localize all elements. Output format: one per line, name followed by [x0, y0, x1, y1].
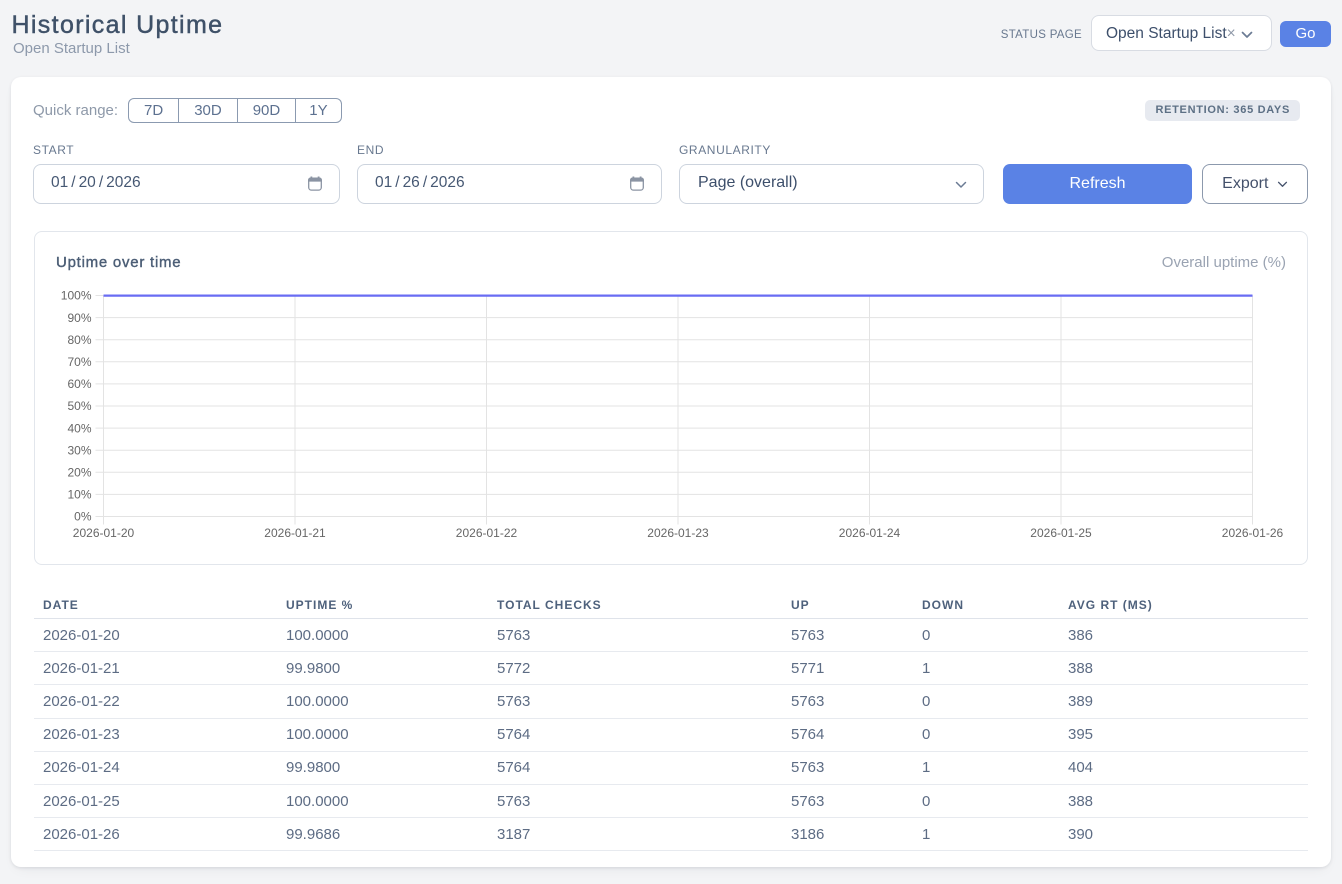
svg-text:70%: 70% — [67, 355, 91, 369]
svg-text:2026-01-22: 2026-01-22 — [456, 526, 518, 540]
svg-text:2026-01-26: 2026-01-26 — [1222, 526, 1284, 540]
svg-text:2026-01-20: 2026-01-20 — [73, 526, 135, 540]
svg-text:2026-01-23: 2026-01-23 — [647, 526, 709, 540]
svg-text:0%: 0% — [74, 510, 92, 524]
svg-text:50%: 50% — [67, 399, 91, 413]
svg-text:20%: 20% — [67, 466, 91, 480]
svg-text:100%: 100% — [61, 289, 92, 303]
svg-text:30%: 30% — [67, 443, 91, 457]
svg-text:2026-01-21: 2026-01-21 — [264, 526, 326, 540]
svg-text:10%: 10% — [67, 488, 91, 502]
svg-text:2026-01-24: 2026-01-24 — [839, 526, 901, 540]
svg-text:40%: 40% — [67, 421, 91, 435]
svg-text:60%: 60% — [67, 377, 91, 391]
svg-text:2026-01-25: 2026-01-25 — [1030, 526, 1092, 540]
svg-text:80%: 80% — [67, 333, 91, 347]
svg-text:90%: 90% — [67, 311, 91, 325]
